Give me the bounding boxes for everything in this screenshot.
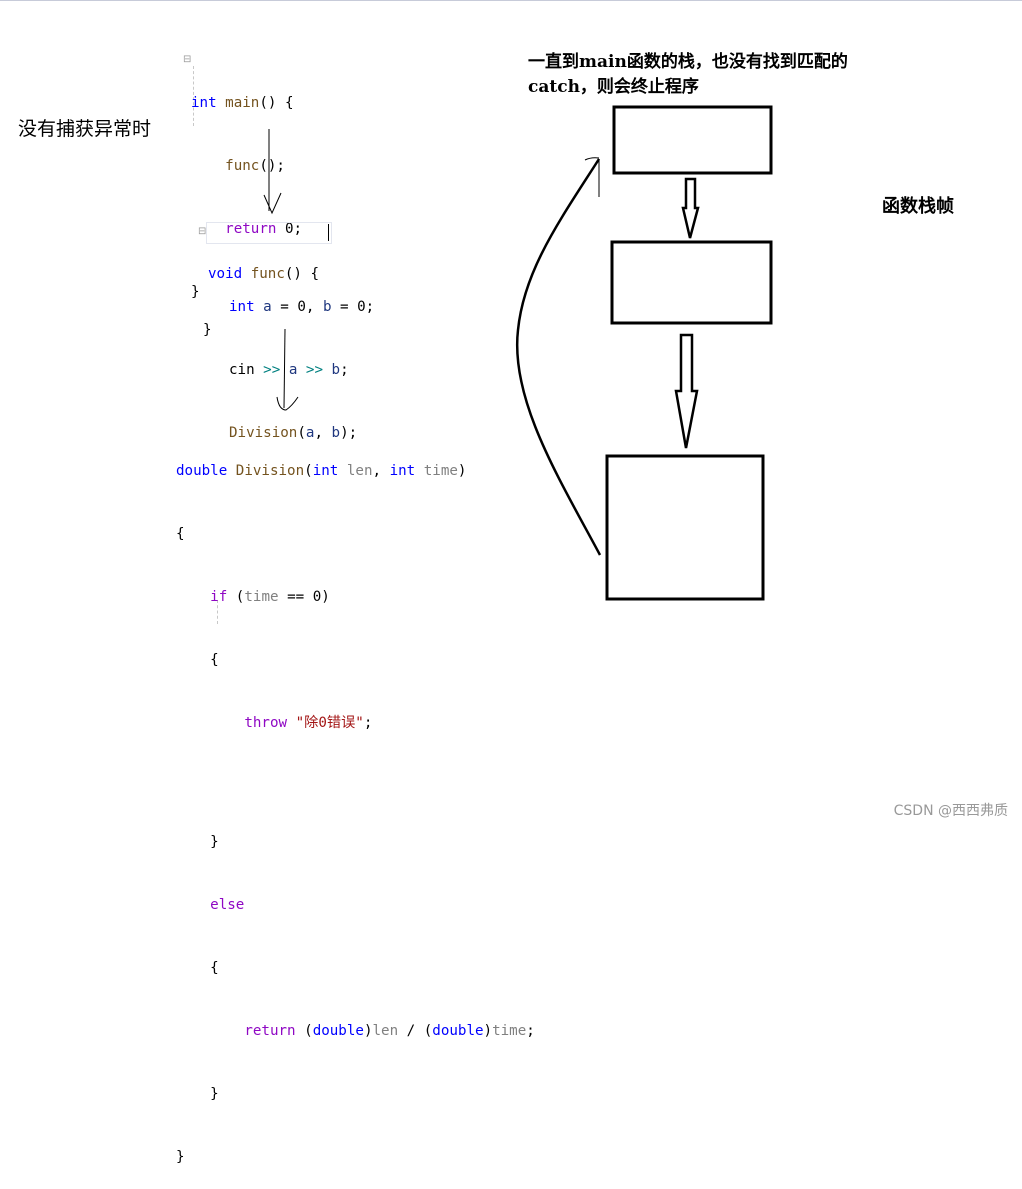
call-arrow-func-to-division [276, 328, 299, 411]
code-token: len [372, 1023, 399, 1039]
code-token: } [210, 834, 219, 850]
code-token: ; [526, 1023, 535, 1039]
code-token: / ( [398, 1023, 433, 1039]
code-token: else [210, 897, 245, 913]
code-token: ( [295, 1023, 313, 1039]
code-token: ) [363, 1023, 373, 1039]
code-token: ) [483, 1023, 493, 1039]
code-line: } [176, 1147, 535, 1168]
code-token: } [210, 1086, 219, 1102]
code-token: double [312, 1023, 364, 1039]
code-line: } [176, 832, 535, 853]
stack-frame-division [605, 454, 765, 601]
code-token: } [176, 1149, 185, 1165]
stack-frame-func [610, 240, 773, 325]
code-line: } [176, 1084, 535, 1105]
stack-frame-main [612, 105, 773, 175]
code-line: return (double)len / (double)time; [176, 1021, 535, 1042]
code-token: return [244, 1023, 296, 1039]
frame-arrow-main-to-func [681, 177, 700, 239]
diagram-canvas [263, 105, 773, 601]
call-arrow-main-to-func [263, 129, 282, 215]
code-line: { [176, 958, 535, 979]
code-token: double [432, 1023, 484, 1039]
stack-unwind-arrow [515, 157, 602, 556]
code-token: { [210, 960, 219, 976]
watermark: CSDN @西西弗质 [893, 803, 1008, 819]
code-token: time [492, 1023, 527, 1039]
frame-arrow-func-to-division [674, 333, 699, 449]
code-line: else [176, 895, 535, 916]
